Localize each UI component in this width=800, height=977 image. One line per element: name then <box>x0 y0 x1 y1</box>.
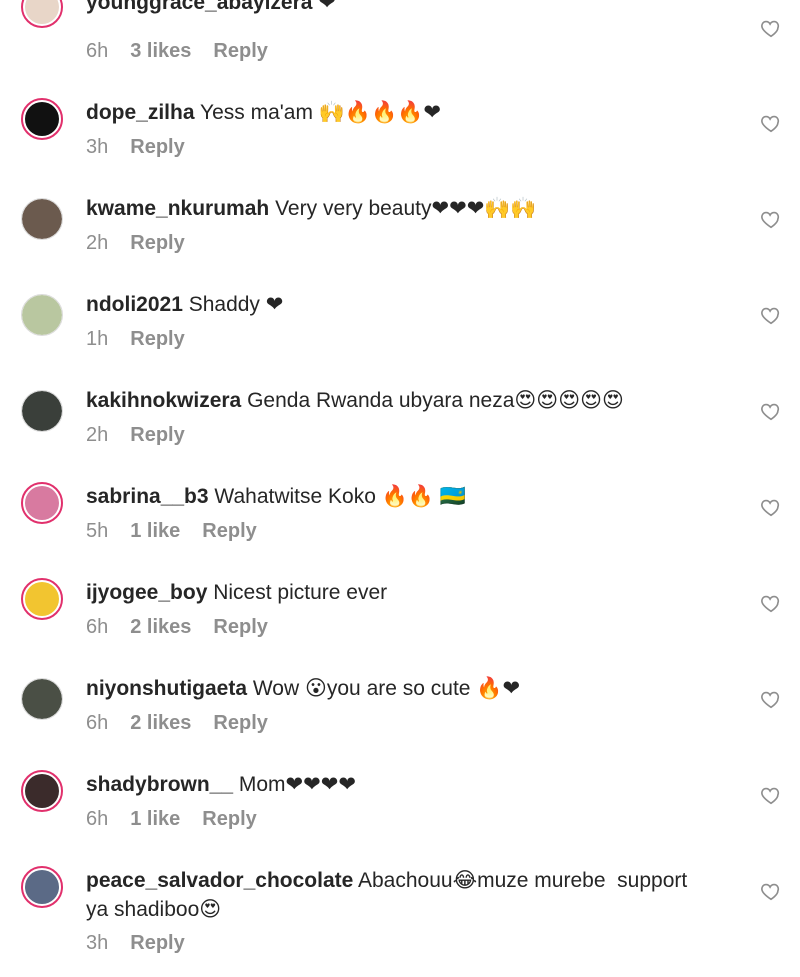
timestamp: 6h <box>86 616 109 638</box>
comment-meta: 6h 1 like Reply <box>86 806 257 832</box>
username[interactable]: shadybrown__ <box>86 773 233 796</box>
timestamp: 2h <box>86 424 109 446</box>
comment-item: younggrace_abayizera ❤ <box>0 0 800 30</box>
username[interactable]: sabrina__b3 <box>86 485 209 508</box>
comment-body: Genda Rwanda ubyara neza😍😍😍😍😍 <box>241 389 624 412</box>
avatar[interactable] <box>21 0 63 28</box>
reply-button[interactable]: Reply <box>213 38 267 64</box>
comment-text: niyonshutigaeta Wow 😮you are so cute 🔥❤ <box>86 674 710 703</box>
username[interactable]: kwame_nkurumah <box>86 197 269 220</box>
comment-text: kwame_nkurumah Very very beauty❤❤❤🙌🙌 <box>86 194 710 223</box>
avatar[interactable] <box>21 294 63 336</box>
timestamp: 6h <box>86 712 109 734</box>
avatar[interactable] <box>21 198 63 240</box>
comment-meta: 3h Reply <box>86 930 185 956</box>
heart-outline-icon[interactable] <box>760 880 782 902</box>
comment-body: Mom❤❤❤❤ <box>233 773 356 796</box>
heart-outline-icon[interactable] <box>760 400 782 422</box>
avatar[interactable] <box>21 770 63 812</box>
comment-body: ❤ <box>312 0 336 14</box>
avatar[interactable] <box>21 390 63 432</box>
heart-outline-icon[interactable] <box>760 17 782 39</box>
reply-button[interactable]: Reply <box>213 614 267 640</box>
reply-button[interactable]: Reply <box>130 326 184 352</box>
reply-button[interactable]: Reply <box>202 806 256 832</box>
avatar[interactable] <box>21 678 63 720</box>
comment-body: Yess ma'am 🙌🔥🔥🔥❤ <box>194 101 441 124</box>
reply-button[interactable]: Reply <box>130 134 184 160</box>
username[interactable]: ndoli2021 <box>86 293 183 316</box>
likes-count[interactable]: 2 likes <box>130 614 191 640</box>
comment-meta: 6h 2 likes Reply <box>86 710 268 736</box>
comment-text: shadybrown__ Mom❤❤❤❤ <box>86 770 710 799</box>
reply-button[interactable]: Reply <box>202 518 256 544</box>
heart-outline-icon[interactable] <box>760 688 782 710</box>
heart-outline-icon[interactable] <box>760 784 782 806</box>
reply-button[interactable]: Reply <box>130 422 184 448</box>
username[interactable]: niyonshutigaeta <box>86 677 247 700</box>
username[interactable]: kakihnokwizera <box>86 389 241 412</box>
username[interactable]: ijyogee_boy <box>86 581 207 604</box>
likes-count[interactable]: 1 like <box>130 518 180 544</box>
comment-meta: 6h 2 likes Reply <box>86 614 268 640</box>
comment-text: dope_zilha Yess ma'am 🙌🔥🔥🔥❤ <box>86 98 710 127</box>
comment-body: Nicest picture ever <box>207 581 388 604</box>
timestamp: 3h <box>86 932 109 954</box>
avatar[interactable] <box>21 98 63 140</box>
likes-count[interactable]: 1 like <box>130 806 180 832</box>
comment-meta: 5h 1 like Reply <box>86 518 257 544</box>
comment-text: ijyogee_boy Nicest picture ever <box>86 578 710 607</box>
reply-button[interactable]: Reply <box>213 710 267 736</box>
comment-body: Shaddy ❤ <box>182 293 284 316</box>
likes-count[interactable]: 2 likes <box>130 710 191 736</box>
comment-meta: 1h Reply <box>86 326 185 352</box>
comment-text: sabrina__b3 Wahatwitse Koko 🔥🔥 🇷🇼 <box>86 482 710 511</box>
username[interactable]: dope_zilha <box>86 101 195 124</box>
comment-meta: 2h Reply <box>86 422 185 448</box>
comment-meta: 3h Reply <box>86 134 185 160</box>
heart-outline-icon[interactable] <box>760 496 782 518</box>
avatar[interactable] <box>21 866 63 908</box>
heart-outline-icon[interactable] <box>760 208 782 230</box>
comment-text: younggrace_abayizera ❤ <box>86 0 710 17</box>
heart-outline-icon[interactable] <box>760 592 782 614</box>
comment-body: Wow 😮you are so cute 🔥❤ <box>247 677 521 700</box>
timestamp: 2h <box>86 232 109 254</box>
reply-button[interactable]: Reply <box>130 230 184 256</box>
heart-outline-icon[interactable] <box>760 304 782 326</box>
timestamp: 6h <box>86 808 109 830</box>
timestamp: 1h <box>86 328 109 350</box>
avatar[interactable] <box>21 482 63 524</box>
comment-text: peace_salvador_chocolate Abachouu😂muze m… <box>86 866 705 924</box>
timestamp: 5h <box>86 520 109 542</box>
comment-body: Very very beauty❤❤❤🙌🙌 <box>269 197 537 220</box>
comment-meta: 6h 3 likes Reply <box>86 38 268 64</box>
comment-text: kakihnokwizera Genda Rwanda ubyara neza😍… <box>86 386 710 415</box>
likes-count[interactable]: 3 likes <box>130 38 191 64</box>
timestamp: 3h <box>86 136 109 158</box>
username[interactable]: peace_salvador_chocolate <box>86 869 353 892</box>
username[interactable]: younggrace_abayizera <box>86 0 312 14</box>
timestamp: 6h <box>86 40 109 62</box>
avatar[interactable] <box>21 578 63 620</box>
heart-outline-icon[interactable] <box>760 112 782 134</box>
comment-body: Wahatwitse Koko 🔥🔥 🇷🇼 <box>208 485 466 508</box>
reply-button[interactable]: Reply <box>130 930 184 956</box>
comment-meta: 2h Reply <box>86 230 185 256</box>
comment-text: ndoli2021 Shaddy ❤ <box>86 290 710 319</box>
